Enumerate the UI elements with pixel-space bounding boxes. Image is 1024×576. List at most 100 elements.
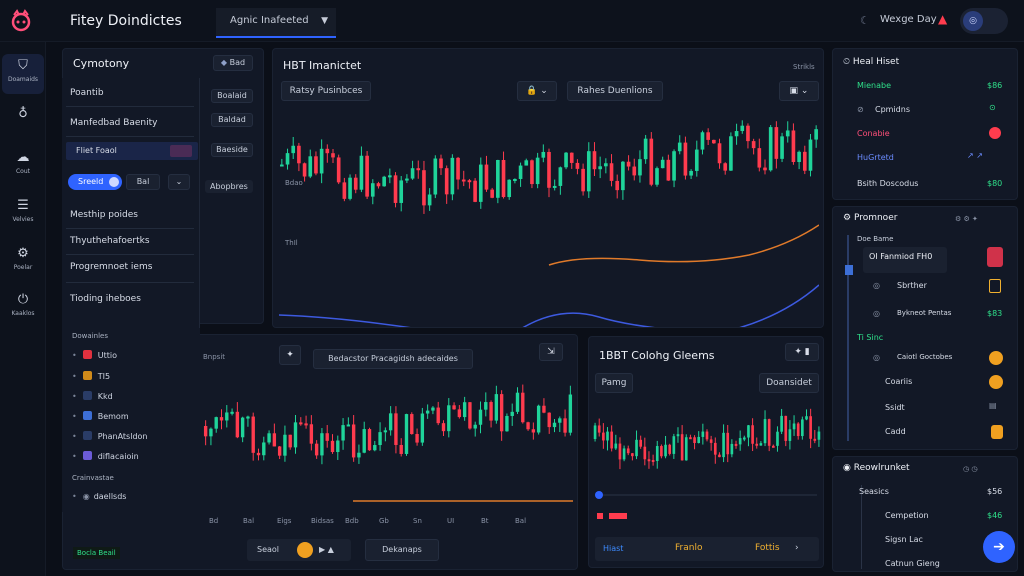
candle-body	[618, 443, 622, 460]
candle-body	[499, 394, 504, 432]
right-row[interactable]: Ssidt	[885, 403, 905, 412]
candle-body	[304, 423, 308, 426]
menu-item[interactable]: Poantib	[70, 88, 104, 98]
right-row[interactable]: Cadd	[885, 427, 906, 436]
bottom-left-button[interactable]: Bedacstor Pracagidsh adecaides	[313, 349, 473, 369]
candle-body	[467, 180, 472, 183]
asset-row[interactable]: • TI5	[72, 371, 110, 381]
asset-row[interactable]: • diflacaioin	[72, 451, 139, 461]
asset-list-header: Dowainles	[72, 332, 108, 340]
footer-control-label: Seaol	[257, 545, 280, 554]
candle-body	[655, 446, 659, 461]
footer-right-label[interactable]: Fottis	[755, 543, 780, 553]
rail-label: Kaaklos	[11, 310, 35, 317]
trend-icon: ↗ ↗	[967, 151, 983, 160]
bottom-right-right-button[interactable]: Doansidet	[759, 373, 819, 393]
chevron-down-icon[interactable]: ⌄	[168, 174, 190, 190]
asset-row[interactable]: • Bemom	[72, 411, 129, 421]
footer-button[interactable]: Dekanaps	[365, 539, 439, 561]
candle-body	[436, 407, 440, 424]
right-row[interactable]: Seasics	[859, 487, 889, 496]
right-panel-3-title: ◉ Reowlrunket	[843, 463, 910, 473]
bottom-right-candlestick-chart[interactable]	[593, 399, 821, 529]
main-left-button[interactable]: Ratsy Pusinbces	[281, 81, 371, 101]
bottom-right-left-button[interactable]: Pamg	[595, 373, 633, 393]
menu-item[interactable]: Manfedbad Baenity	[70, 118, 158, 128]
bottom-left-candlestick-chart[interactable]: UlzBSBgBabBdBalEigsBidsasBdbGbSnUIBtBal	[203, 371, 573, 531]
alert-icon[interactable]: ▲	[938, 12, 947, 26]
right-row[interactable]: Cempetion	[885, 511, 929, 520]
rail-item-power[interactable]: ⏻ Kaaklos	[2, 288, 44, 328]
settings-icon[interactable]: ✦ ▮	[785, 343, 819, 361]
note-card[interactable]: OI Fanmiod FH0	[863, 247, 947, 273]
eye-off-icon[interactable]: ⊘	[857, 105, 864, 114]
calendar-icon[interactable]: ▣ ⌄	[779, 81, 819, 101]
candle-body	[450, 157, 455, 195]
asset-swatch	[82, 431, 92, 440]
rail-item-ideas[interactable]: ♁	[2, 102, 44, 142]
right-row[interactable]: Sigsn Lac	[885, 535, 923, 544]
chevron-right-icon[interactable]: ›	[795, 543, 799, 553]
candle-body	[462, 402, 467, 418]
right-row[interactable]: Mienabe	[857, 81, 891, 90]
row-button-2[interactable]: Baldad	[211, 113, 253, 127]
asset-row[interactable]: • Uttio	[72, 350, 117, 360]
market-select[interactable]: Agnic Inafeeted ▼	[216, 8, 336, 38]
app-logo-icon[interactable]	[8, 8, 34, 34]
right-row[interactable]: Bsith Doscodus	[857, 179, 918, 188]
x-tick-label: Eigs	[277, 517, 292, 525]
footer-mid-label[interactable]: Franlo	[675, 543, 702, 553]
main-right-button[interactable]: Rahes Duenlions	[567, 81, 663, 101]
right-row[interactable]: HuGrtetd	[857, 153, 894, 162]
refresh-icon[interactable]: ⊙	[989, 103, 996, 112]
row-button-3[interactable]: Baeside	[211, 143, 253, 157]
menu-item[interactable]: Mesthip poides	[70, 210, 138, 220]
right-row[interactable]: Conabie	[857, 129, 890, 138]
row-button-1[interactable]: Boalaid	[211, 89, 253, 103]
note-text: OI Fanmiod FH0	[869, 252, 933, 261]
rail-item-settings[interactable]: ⚙ Poelar	[2, 242, 44, 282]
candle-body	[320, 433, 324, 456]
toggle-on-button[interactable]: Sreeld	[68, 174, 122, 190]
go-arrow-icon[interactable]: ➔	[983, 531, 1015, 563]
candle-body	[262, 442, 266, 456]
right-row[interactable]: Sbrther	[897, 281, 927, 290]
circle-icon: ◎	[873, 353, 880, 362]
timeline-marker[interactable]	[845, 265, 853, 275]
menu-item[interactable]: Thyuthehafoertks	[70, 236, 150, 246]
menu-item[interactable]: Progremnoet iems	[70, 262, 152, 272]
asset-row[interactable]: • PhanAtsldon	[72, 431, 148, 441]
lock-icon[interactable]: 🔒 ⌄	[517, 81, 557, 101]
panel-controls-icon[interactable]: ◷ ◷	[963, 465, 977, 473]
expand-icon[interactable]: ⇲	[539, 343, 563, 361]
candle-body	[362, 429, 366, 453]
candle-body	[365, 155, 369, 197]
asset-row[interactable]: • ◉ daellsds	[72, 492, 126, 501]
right-row[interactable]: Caiotl Goctobes	[897, 353, 952, 361]
right-row[interactable]: Cpmidns	[875, 105, 910, 114]
right-row[interactable]: Coariis	[885, 377, 912, 386]
right-row[interactable]: Bykneot Pentas	[897, 309, 951, 317]
pin-icon[interactable]: ✦	[279, 345, 301, 365]
lock-icon[interactable]	[987, 247, 1003, 267]
theme-toggle[interactable]: ◎	[960, 8, 1008, 34]
rail-item-dashboard[interactable]: ⛉ Doamaids	[2, 54, 44, 94]
moon-icon[interactable]: ☾	[860, 14, 870, 27]
right-panel-2: ⚙ Promnoer ⚙ ⚙ ✦ Doe Bame OI Fanmiod FH0…	[832, 206, 1018, 450]
rail-item-values[interactable]: ☰ Velvies	[2, 194, 44, 234]
rail-item-cloud[interactable]: ☁ Cout	[2, 146, 44, 186]
right-row[interactable]: Catnun Gieng	[885, 559, 940, 568]
menu-item[interactable]: Tioding iheboes	[70, 294, 141, 304]
toggle-off-button[interactable]: Bal	[126, 174, 160, 190]
footer-control[interactable]: Seaol ▶ ▲	[247, 539, 351, 561]
main-candlestick-chart[interactable]: BdsoTBRidIlbBdGiaRibBiddBid	[279, 105, 819, 327]
candle-body	[751, 425, 754, 444]
candle-body	[496, 160, 500, 198]
panel-tag-button[interactable]: ◆ Bad	[213, 55, 253, 71]
extra-button[interactable]: Abopbres	[205, 180, 253, 193]
menu-item-selected[interactable]: Fliet Foaol	[66, 142, 198, 160]
asset-row[interactable]: • Kkd	[72, 391, 113, 401]
panel-controls-icon[interactable]: ⚙ ⚙ ✦	[955, 215, 978, 223]
candle-body	[299, 422, 303, 425]
user-label[interactable]: Wexge Day	[880, 14, 937, 25]
